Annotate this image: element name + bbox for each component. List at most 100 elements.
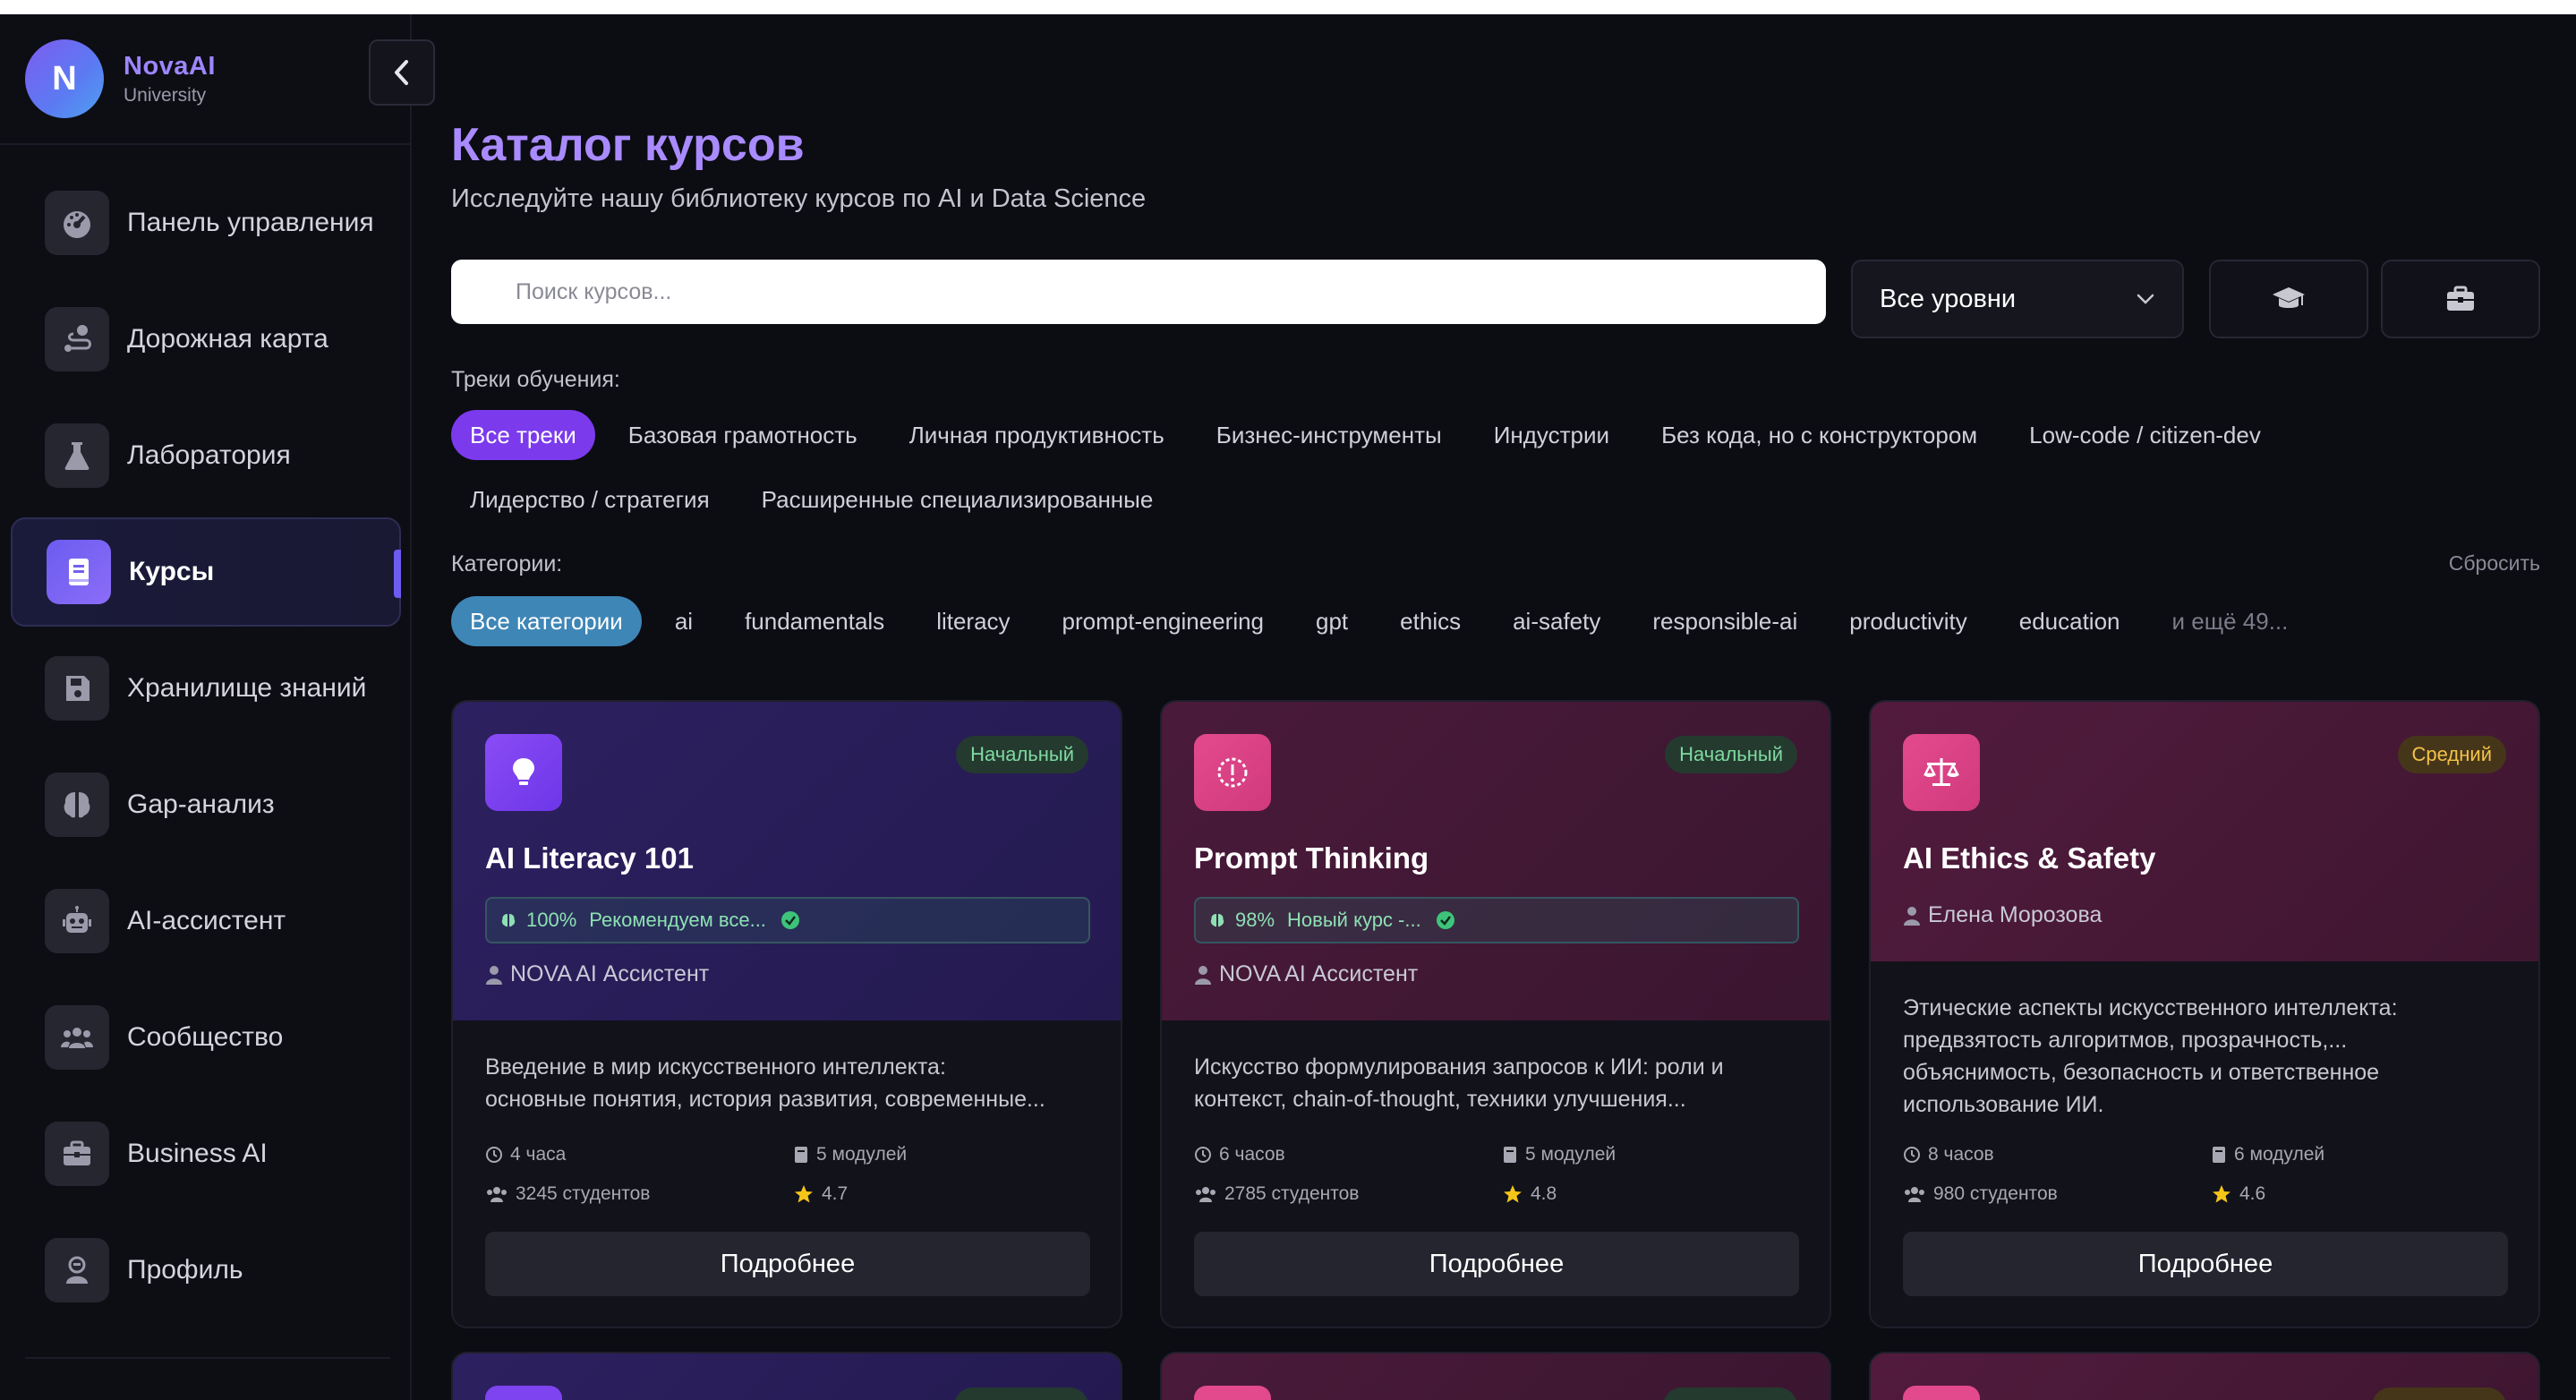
course-card[interactable]: Начальный Prompt Thinking 98% Новый курс… bbox=[1160, 700, 1831, 1328]
modules-value: 5 модулей bbox=[1525, 1144, 1616, 1165]
browser-top-strip bbox=[0, 0, 2576, 14]
book-icon bbox=[2213, 1147, 2225, 1163]
track-chip[interactable]: Индустрии bbox=[1475, 410, 1628, 460]
level-badge bbox=[1663, 1387, 1797, 1400]
tracks-chip-list: Все треки Базовая грамотность Личная про… bbox=[451, 410, 2540, 460]
course-rating: 4.8 bbox=[1502, 1183, 1557, 1205]
category-chip[interactable]: literacy bbox=[917, 596, 1028, 646]
category-chip[interactable]: fundamentals bbox=[726, 596, 903, 646]
save-icon bbox=[45, 656, 109, 721]
track-chip[interactable]: Бизнес-инструменты bbox=[1198, 410, 1461, 460]
level-badge: Начальный bbox=[1665, 736, 1797, 773]
category-chip[interactable]: responsible-ai bbox=[1633, 596, 1816, 646]
book-icon bbox=[795, 1147, 807, 1163]
chevron-left-icon bbox=[395, 60, 408, 85]
course-modules: 6 модулей bbox=[2211, 1144, 2324, 1165]
category-chip[interactable]: ethics bbox=[1381, 596, 1480, 646]
duration-value: 8 часов bbox=[1928, 1144, 1994, 1165]
rating-value: 4.8 bbox=[1531, 1183, 1557, 1204]
course-card-partial[interactable] bbox=[451, 1352, 1122, 1400]
match-percent: 100% bbox=[526, 909, 577, 931]
duration-value: 6 часов bbox=[1219, 1144, 1285, 1165]
sidebar-item-label: Дорожная карта bbox=[127, 324, 328, 354]
check-circle-icon bbox=[1436, 911, 1454, 929]
track-chip[interactable]: Личная продуктивность bbox=[891, 410, 1183, 460]
track-chip[interactable]: Low-code / citizen-dev bbox=[2010, 410, 2280, 460]
course-author: NOVA AI Ассистент bbox=[1194, 961, 1418, 987]
track-chip[interactable]: Расширенные специализированные bbox=[743, 474, 1173, 525]
course-students: 3245 студентов bbox=[485, 1183, 650, 1205]
business-filter-button[interactable] bbox=[2381, 260, 2540, 338]
sidebar-divider bbox=[25, 1357, 390, 1359]
clock-icon bbox=[1904, 1147, 1920, 1163]
briefcase-icon bbox=[2447, 286, 2474, 311]
scale-icon bbox=[1903, 734, 1980, 811]
course-description: Этические аспекты искусственного интелле… bbox=[1903, 992, 2521, 1121]
lightbulb-icon bbox=[485, 734, 562, 811]
track-chip[interactable]: Все треки bbox=[451, 410, 595, 460]
track-chip[interactable]: Базовая грамотность bbox=[610, 410, 876, 460]
tracks-chip-list-row2: Лидерство / стратегия Расширенные специа… bbox=[451, 474, 1186, 525]
details-button[interactable]: Подробнее bbox=[485, 1232, 1090, 1296]
collapse-sidebar-button[interactable] bbox=[369, 39, 435, 106]
details-button[interactable]: Подробнее bbox=[1903, 1232, 2508, 1296]
sidebar-item-courses[interactable]: Курсы bbox=[11, 517, 401, 627]
course-title: AI Ethics & Safety bbox=[1903, 841, 2156, 875]
course-card[interactable]: Начальный AI Literacy 101 100% Рекоменду… bbox=[451, 700, 1122, 1328]
course-title: Prompt Thinking bbox=[1194, 841, 1429, 875]
sidebar-item-lab[interactable]: Лаборатория bbox=[11, 401, 401, 510]
sidebar-item-label: Gap-анализ bbox=[127, 790, 275, 819]
category-chip[interactable]: gpt bbox=[1297, 596, 1367, 646]
details-button[interactable]: Подробнее bbox=[1194, 1232, 1799, 1296]
page-title: Каталог курсов bbox=[451, 119, 805, 171]
track-chip[interactable]: Без кода, но с конструктором bbox=[1642, 410, 1996, 460]
category-chip[interactable]: productivity bbox=[1830, 596, 1986, 646]
sidebar-item-label: Профиль bbox=[127, 1255, 243, 1285]
course-duration: 4 часа bbox=[485, 1144, 566, 1165]
graduation-filter-button[interactable] bbox=[2209, 260, 2368, 338]
sidebar-item-dashboard[interactable]: Панель управления bbox=[11, 168, 401, 277]
sidebar-item-gap-analysis[interactable]: Gap-анализ bbox=[11, 750, 401, 859]
course-rating: 4.6 bbox=[2211, 1183, 2265, 1205]
category-chip[interactable]: education bbox=[2000, 596, 2139, 646]
search-box[interactable] bbox=[451, 260, 1826, 324]
modules-value: 6 модулей bbox=[2234, 1144, 2325, 1165]
category-chip[interactable]: prompt-engineering bbox=[1044, 596, 1283, 646]
active-indicator bbox=[394, 550, 401, 598]
category-chip[interactable]: ai bbox=[656, 596, 712, 646]
sidebar-item-business-ai[interactable]: Business AI bbox=[11, 1099, 401, 1208]
course-author: Елена Морозова bbox=[1903, 902, 2102, 928]
course-icon bbox=[1903, 1386, 1980, 1400]
tracks-label: Треки обучения: bbox=[451, 367, 620, 392]
course-students: 980 студентов bbox=[1903, 1183, 2058, 1205]
brand-name: NovaAI bbox=[124, 51, 216, 81]
level-badge bbox=[954, 1387, 1088, 1400]
reset-filters-link[interactable]: Сбросить bbox=[2449, 551, 2540, 576]
robot-icon bbox=[45, 889, 109, 953]
sidebar-item-profile[interactable]: Профиль bbox=[11, 1216, 401, 1325]
category-chip[interactable]: Все категории bbox=[451, 596, 642, 646]
course-card-partial[interactable] bbox=[1869, 1352, 2540, 1400]
level-select-value: Все уровни bbox=[1880, 284, 2017, 313]
sidebar-item-roadmap[interactable]: Дорожная карта bbox=[11, 285, 401, 394]
route-icon bbox=[45, 307, 109, 371]
search-input[interactable] bbox=[451, 260, 1826, 324]
track-chip[interactable]: Лидерство / стратегия bbox=[451, 474, 729, 525]
recommendation-text: Рекомендуем все... bbox=[589, 909, 766, 931]
more-categories-link[interactable]: и ещё 49... bbox=[2154, 596, 2307, 646]
graduation-cap-icon bbox=[2273, 287, 2305, 308]
sidebar-item-knowledge[interactable]: Хранилище знаний bbox=[11, 634, 401, 743]
course-card-partial[interactable] bbox=[1160, 1352, 1831, 1400]
page-subtitle: Исследуйте нашу библиотеку курсов по AI … bbox=[451, 184, 1147, 213]
sidebar-item-label: Business AI bbox=[127, 1139, 268, 1168]
course-card[interactable]: Средний AI Ethics & Safety Елена Морозов… bbox=[1869, 700, 2540, 1328]
sidebar-item-ai-assistant[interactable]: AI-ассистент bbox=[11, 866, 401, 976]
category-chip[interactable]: ai-safety bbox=[1494, 596, 1619, 646]
clock-icon bbox=[486, 1147, 502, 1163]
level-badge: Средний bbox=[2397, 736, 2506, 773]
categories-chip-list: Все категории ai fundamentals literacy p… bbox=[451, 596, 2540, 646]
sidebar-item-community[interactable]: Сообщество bbox=[11, 983, 401, 1092]
sidebar-item-label: Сообщество bbox=[127, 1022, 284, 1052]
level-select[interactable]: Все уровни bbox=[1851, 260, 2184, 338]
course-students: 2785 студентов bbox=[1194, 1183, 1359, 1205]
